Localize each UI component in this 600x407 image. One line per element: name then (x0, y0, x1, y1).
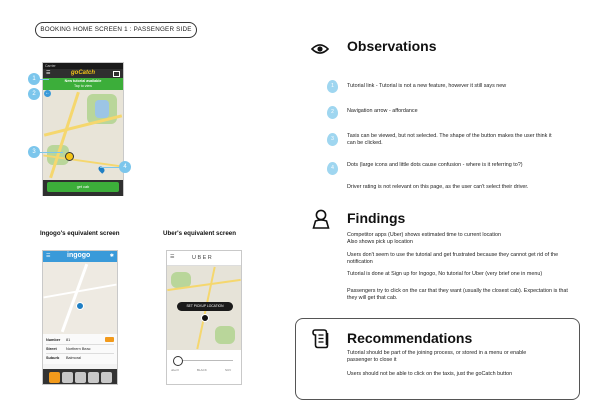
get-cab-button[interactable]: get cab (47, 182, 119, 192)
eye-icon (311, 44, 329, 54)
callout-connector (39, 79, 49, 80)
address-row: Street Northern Beac (46, 345, 114, 354)
gocatch-header: ☰ goCatch (43, 69, 123, 78)
finding-text: Tutorial is done at Sign up for Ingogo, … (347, 271, 543, 277)
vehicle-tab[interactable]: BLACK (197, 368, 207, 372)
address-value[interactable]: Northern Beac (66, 347, 90, 351)
tab-icon[interactable] (48, 372, 60, 383)
uber-caption: Uber's equivalent screen (163, 230, 237, 237)
set-pickup-button[interactable]: SET PICKUP LOCATION (177, 302, 233, 311)
observation-marker-1: 1 (327, 80, 338, 93)
observation-marker-2: 2 (327, 106, 338, 119)
vehicle-tab[interactable]: SUV (225, 368, 231, 372)
carrier-label: Carrier (45, 64, 56, 68)
profile-icon[interactable] (113, 71, 120, 77)
uber-header: ☰ UBER (167, 251, 241, 266)
vehicle-tab[interactable]: uberX (171, 368, 179, 372)
uber-map[interactable]: SET PICKUP LOCATION (167, 266, 241, 350)
finding-text: Users don't seem to use the tutorial and… (347, 252, 559, 265)
findings-heading: Findings (347, 210, 406, 226)
address-row: Suburb Balmoral (46, 354, 114, 362)
tab-icon[interactable] (74, 372, 86, 383)
address-value[interactable]: Balmoral (66, 356, 81, 360)
tab-icon[interactable] (87, 372, 99, 383)
taxi-marker[interactable] (65, 152, 74, 161)
observation-note: Driver rating is not relevant on this pa… (347, 184, 529, 190)
observation-marker-4: 4 (327, 162, 338, 175)
address-label: Street (46, 347, 57, 351)
tutorial-banner-subtitle: Tap to view (74, 84, 92, 88)
callout-connector (39, 152, 63, 153)
ingogo-tab-bar (43, 369, 117, 384)
vehicle-slider-track[interactable] (175, 360, 233, 361)
address-value[interactable]: 81 (66, 338, 70, 342)
ingogo-address-panel: Number 81 Street Northern Beac Suburb Balmo… (43, 334, 117, 364)
callout-connector (100, 167, 120, 168)
location-pin-icon (76, 302, 84, 310)
settings-icon[interactable]: ✱ (110, 253, 114, 259)
person-icon (312, 209, 330, 229)
gocatch-phone-screenshot: Carrier ☰ goCatch New tutorial available… (42, 62, 124, 196)
recommendation-text: Users should not be able to click on the… (347, 371, 513, 377)
observations-heading: Observations (347, 38, 437, 54)
observation-text-1: Tutorial link - Tutorial is not a new fe… (347, 83, 507, 89)
uber-vehicle-selector: uberX BLACK SUV (167, 350, 241, 384)
slide-title: BOOKING HOME SCREEN 1 : PASSENGER SIDE (35, 22, 197, 38)
address-label: Number (46, 338, 61, 342)
ingogo-header: ingogo ☰ ✱ (43, 251, 117, 262)
menu-icon[interactable]: ☰ (46, 253, 50, 259)
tab-icon[interactable] (100, 372, 112, 383)
callout-4: 4 (119, 161, 131, 173)
uber-phone-screenshot: ☰ UBER SET PICKUP LOCATION uberX BLACK S… (166, 250, 242, 385)
scroll-icon (312, 329, 329, 349)
tutorial-banner[interactable]: New tutorial available Tap to view (43, 78, 123, 90)
ingogo-caption: Ingogo's equivalent screen (40, 230, 120, 237)
menu-icon[interactable]: ☰ (46, 71, 50, 76)
recommendations-heading: Recommendations (347, 330, 473, 346)
gocatch-logo: goCatch (71, 70, 95, 76)
observation-text-2: Navigation arrow - affordance (347, 108, 418, 114)
vehicle-slider-handle[interactable] (173, 356, 183, 366)
menu-icon[interactable]: ☰ (170, 254, 174, 260)
observation-text-4: Dots (large icons and little dots cause … (347, 162, 523, 168)
ingogo-logo: ingogo (67, 252, 91, 259)
finding-line: Competitor apps (Uber) shows estimated t… (347, 232, 501, 238)
finding-text: Passengers try to click on the car that … (347, 288, 568, 301)
nav-arrow-icon[interactable]: ← (44, 90, 51, 97)
recommendation-text: Tutorial should be part of the joining p… (347, 350, 527, 363)
edit-badge[interactable] (105, 337, 114, 342)
ingogo-phone-screenshot: ingogo ☰ ✱ Number 81 Street Northern Beac … (42, 250, 118, 385)
uber-logo: UBER (192, 255, 214, 261)
finding-line: Also shows pick up location (347, 239, 413, 245)
observation-text-3: Taxis can be viewed, but not selected. T… (347, 133, 552, 146)
set-pickup-label: SET PICKUP LOCATION (186, 304, 224, 308)
gocatch-bottom-bar: get cab (43, 180, 123, 196)
ingogo-map[interactable] (43, 262, 117, 334)
address-label: Suburb (46, 356, 60, 360)
address-row: Number 81 (46, 336, 114, 345)
observation-marker-3: 3 (327, 133, 338, 146)
tab-icon[interactable] (61, 372, 73, 383)
callout-2: 2 (28, 88, 40, 100)
finding-text: Competitor apps (Uber) shows estimated t… (347, 232, 582, 246)
pickup-pin-icon (201, 314, 209, 322)
